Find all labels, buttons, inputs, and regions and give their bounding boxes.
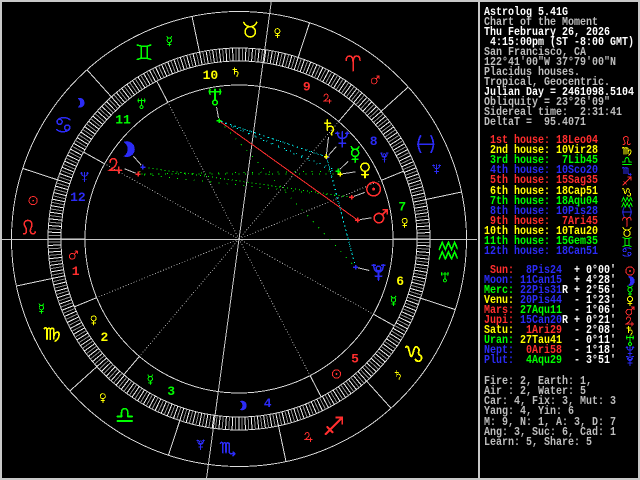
- svg-text:6: 6: [396, 274, 404, 289]
- svg-text:10: 10: [203, 68, 219, 83]
- svg-text:2: 2: [100, 330, 108, 345]
- svg-text:7: 7: [398, 200, 406, 215]
- svg-text:11: 11: [115, 112, 131, 127]
- svg-text:4: 4: [264, 396, 272, 411]
- svg-text:3: 3: [167, 384, 175, 399]
- svg-text:9: 9: [303, 80, 311, 95]
- svg-text:8: 8: [370, 134, 378, 149]
- svg-text:12: 12: [70, 190, 86, 205]
- svg-text:1: 1: [72, 264, 80, 279]
- svg-text:5: 5: [351, 351, 359, 366]
